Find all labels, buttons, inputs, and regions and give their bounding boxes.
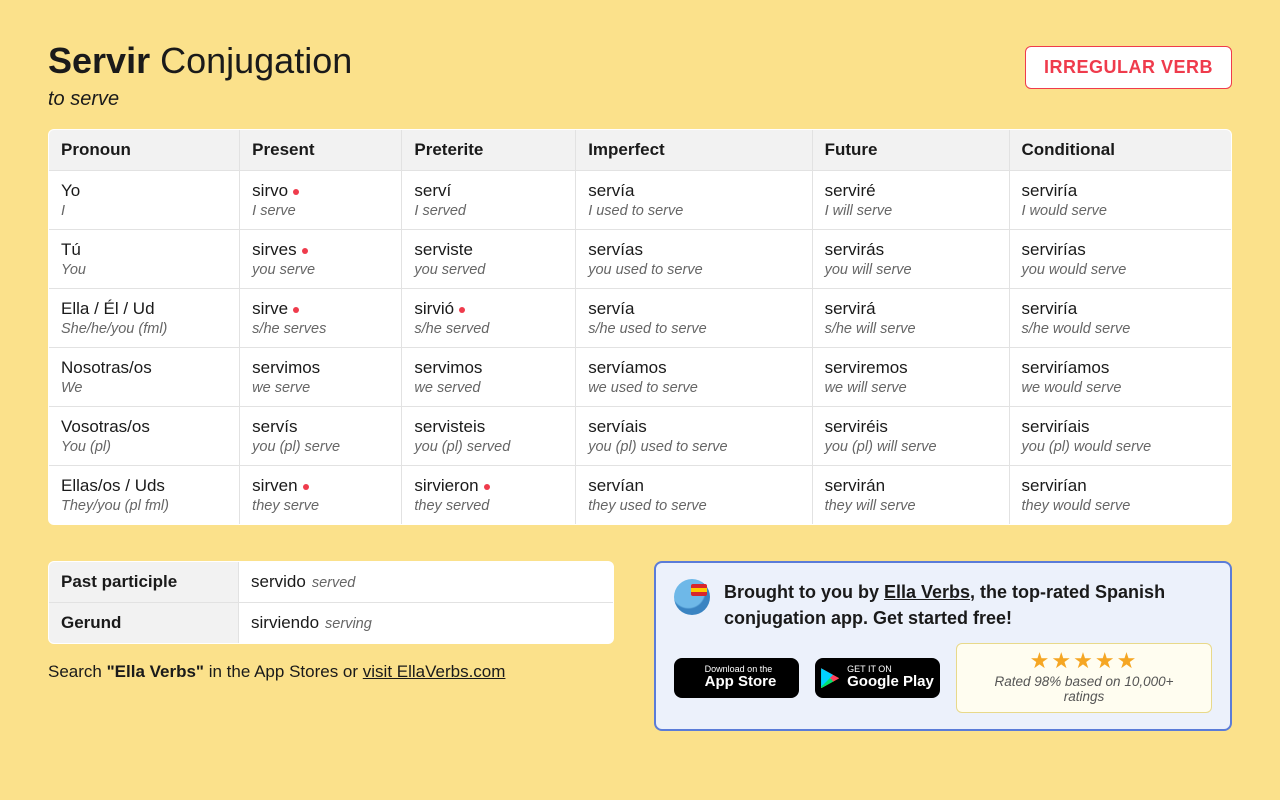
table-row: YoIsirvoI serveservíI servedservíaI used…: [49, 171, 1232, 230]
search-quote: "Ella Verbs": [107, 662, 204, 681]
conjugation-cell: serviránthey will serve: [812, 466, 1009, 525]
title-rest: Conjugation: [160, 40, 352, 81]
pronoun-cell: Ellas/os / UdsThey/you (pl fml): [49, 466, 240, 525]
conjugation-cell: servíamoswe used to serve: [576, 348, 812, 407]
google-play-button[interactable]: GET IT ON Google Play: [815, 658, 940, 698]
table-row: Nosotras/osWeservimoswe serveservimoswe …: [49, 348, 1232, 407]
forms-table: Past participleservidoservedGerundsirvie…: [48, 561, 614, 644]
globe-icon: [674, 579, 710, 615]
conjugation-cell: servías/he used to serve: [576, 289, 812, 348]
table-row: Gerundsirviendoserving: [49, 603, 614, 644]
ella-verbs-link[interactable]: Ella Verbs: [884, 582, 970, 602]
column-header: Future: [812, 130, 1009, 171]
pronoun-cell: YoI: [49, 171, 240, 230]
rating-text: Rated 98% based on 10,000+ ratings: [975, 674, 1193, 704]
conjugation-cell: servíaI used to serve: [576, 171, 812, 230]
conjugation-cell: servisteisyou (pl) served: [402, 407, 576, 466]
promo-text: Brought to you by Ella Verbs, the top-ra…: [724, 579, 1212, 631]
conjugation-cell: servirías/he would serve: [1009, 289, 1232, 348]
pronoun-cell: TúYou: [49, 230, 240, 289]
conjugation-cell: servimoswe serve: [240, 348, 402, 407]
conjugation-cell: servíI served: [402, 171, 576, 230]
irregular-dot-icon: [302, 248, 308, 254]
form-value: servidoserved: [239, 562, 614, 603]
conjugation-cell: sirvieronthey served: [402, 466, 576, 525]
conjugation-cell: serviríaI would serve: [1009, 171, 1232, 230]
conjugation-cell: serviríanthey would serve: [1009, 466, 1232, 525]
conjugation-cell: servimoswe served: [402, 348, 576, 407]
conjugation-cell: servirásyou will serve: [812, 230, 1009, 289]
page-title: Servir Conjugation: [48, 40, 352, 82]
promo-box: Brought to you by Ella Verbs, the top-ra…: [654, 561, 1232, 731]
play-icon: [821, 668, 839, 688]
star-icon: ★★★★★: [975, 650, 1193, 672]
table-row: TúYousirvesyou serveservisteyou servedse…: [49, 230, 1232, 289]
conjugation-cell: serviréI will serve: [812, 171, 1009, 230]
form-value: sirviendoserving: [239, 603, 614, 644]
table-row: Ellas/os / UdsThey/you (pl fml)sirventhe…: [49, 466, 1232, 525]
search-line: Search "Ella Verbs" in the App Stores or…: [48, 662, 614, 682]
conjugation-cell: servisteyou served: [402, 230, 576, 289]
irregular-dot-icon: [303, 484, 309, 490]
column-header: Imperfect: [576, 130, 812, 171]
form-label: Past participle: [49, 562, 239, 603]
conjugation-cell: sirviós/he served: [402, 289, 576, 348]
conjugation-cell: servirás/he will serve: [812, 289, 1009, 348]
visit-link[interactable]: visit EllaVerbs.com: [363, 662, 506, 681]
conjugation-cell: sirvoI serve: [240, 171, 402, 230]
conjugation-cell: sirves/he serves: [240, 289, 402, 348]
conjugation-cell: serviríaisyou (pl) would serve: [1009, 407, 1232, 466]
conjugation-cell: serviremoswe will serve: [812, 348, 1009, 407]
conjugation-cell: servíanthey used to serve: [576, 466, 812, 525]
column-header: Preterite: [402, 130, 576, 171]
pronoun-cell: Vosotras/osYou (pl): [49, 407, 240, 466]
rating-box: ★★★★★ Rated 98% based on 10,000+ ratings: [956, 643, 1212, 713]
app-store-button[interactable]: Download on the App Store: [674, 658, 799, 698]
conjugation-cell: servíaisyou (pl) used to serve: [576, 407, 812, 466]
pronoun-cell: Ella / Él / UdShe/he/you (fml): [49, 289, 240, 348]
search-prefix: Search: [48, 662, 107, 681]
title-verb: Servir: [48, 40, 150, 81]
conjugation-cell: serviréisyou (pl) will serve: [812, 407, 1009, 466]
conjugation-cell: servíasyou used to serve: [576, 230, 812, 289]
conjugation-cell: servísyou (pl) serve: [240, 407, 402, 466]
table-row: Ella / Él / UdShe/he/you (fml)sirves/he …: [49, 289, 1232, 348]
conjugation-cell: sirventhey serve: [240, 466, 402, 525]
conjugation-table: PronounPresentPreteriteImperfectFutureCo…: [48, 129, 1232, 525]
column-header: Conditional: [1009, 130, 1232, 171]
conjugation-cell: serviríamoswe would serve: [1009, 348, 1232, 407]
search-mid: in the App Stores or: [204, 662, 363, 681]
column-header: Present: [240, 130, 402, 171]
conjugation-cell: serviríasyou would serve: [1009, 230, 1232, 289]
conjugation-cell: sirvesyou serve: [240, 230, 402, 289]
form-label: Gerund: [49, 603, 239, 644]
irregular-dot-icon: [484, 484, 490, 490]
verb-translation: to serve: [48, 88, 352, 111]
table-row: Past participleservidoserved: [49, 562, 614, 603]
pronoun-cell: Nosotras/osWe: [49, 348, 240, 407]
irregular-dot-icon: [293, 189, 299, 195]
irregular-dot-icon: [459, 307, 465, 313]
irregular-dot-icon: [293, 307, 299, 313]
column-header: Pronoun: [49, 130, 240, 171]
table-row: Vosotras/osYou (pl)servísyou (pl) serves…: [49, 407, 1232, 466]
irregular-badge: IRREGULAR VERB: [1025, 46, 1232, 89]
